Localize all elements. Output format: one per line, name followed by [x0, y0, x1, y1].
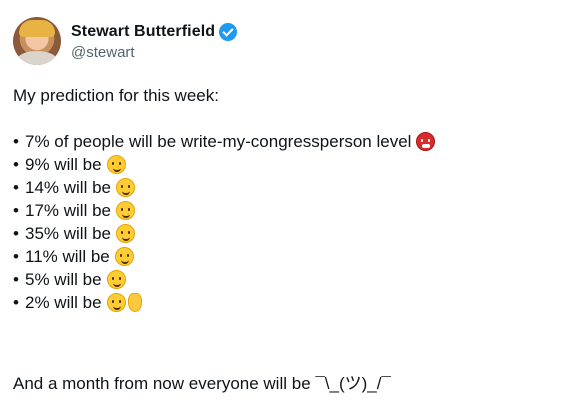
list-item-text: 2% will be [25, 293, 102, 312]
eye-roll-face-icon [116, 178, 135, 197]
list-item-text: 35% will be [25, 224, 111, 243]
verified-badge-icon[interactable] [219, 23, 238, 41]
tweet-header: Stewart Butterfield @stewart [13, 17, 238, 65]
bullet-dot: • [13, 201, 19, 220]
author-names: Stewart Butterfield @stewart [71, 21, 238, 61]
bullet-dot: • [13, 132, 19, 151]
screaming-face-icon [116, 201, 135, 220]
list-item-text: 14% will be [25, 178, 111, 197]
list-item-text: 9% will be [25, 155, 102, 174]
bullet-dot: • [13, 247, 19, 266]
tweet: Stewart Butterfield @stewart My predicti… [0, 0, 572, 406]
weary-face-icon [106, 155, 126, 174]
bullet-dot: • [13, 270, 19, 289]
tweet-body: My prediction for this week: • 7% of peop… [13, 84, 559, 314]
handle[interactable]: @stewart [71, 44, 237, 61]
ok-hand-icon [127, 293, 142, 312]
prediction-list: • 7% of people will be write-my-congressp… [13, 130, 559, 314]
list-item: • 7% of people will be write-my-congressp… [13, 130, 559, 153]
list-item-text: 17% will be [25, 201, 111, 220]
steam-nose-face-icon [116, 224, 135, 243]
display-name[interactable]: Stewart Butterfield [71, 23, 215, 41]
avatar[interactable] [13, 17, 61, 65]
list-item: • 5% will be [13, 268, 559, 291]
list-item: • 14% will be [13, 176, 559, 199]
bullet-dot: • [13, 293, 19, 312]
grinning-face-icon [106, 270, 126, 289]
list-item: • 35% will be [13, 222, 559, 245]
list-item-text: 7% of people will be write-my-congresspe… [25, 132, 412, 151]
list-item: • 17% will be [13, 199, 559, 222]
tweet-intro: My prediction for this week: [13, 86, 219, 105]
kissing-face-icon [106, 293, 126, 312]
tweet-outro: And a month from now everyone will be ¯\… [13, 374, 391, 393]
display-name-row: Stewart Butterfield [71, 21, 238, 43]
list-item-text: 5% will be [25, 270, 102, 289]
list-item-text: 11% will be [25, 247, 110, 266]
bullet-dot: • [13, 155, 19, 174]
bullet-dot: • [13, 178, 19, 197]
list-item: • 9% will be [13, 153, 559, 176]
enraged-face-icon [416, 132, 436, 151]
list-item: • 11% will be [13, 245, 559, 268]
list-item: • 2% will be [13, 291, 559, 314]
bullet-dot: • [13, 224, 19, 243]
exploding-head-icon [114, 247, 134, 266]
